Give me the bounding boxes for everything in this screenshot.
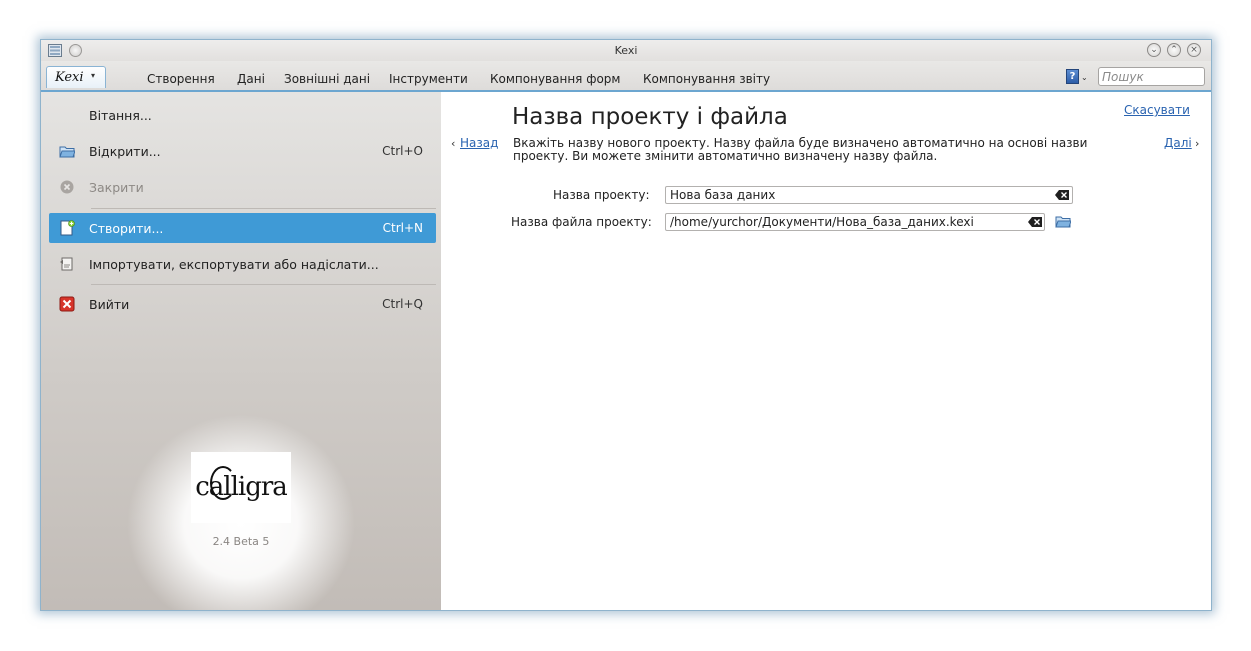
menu-item-label: Вийти — [89, 297, 130, 312]
new-document-icon — [60, 220, 75, 236]
search-input[interactable] — [1098, 67, 1205, 86]
back-link[interactable]: Назад — [460, 136, 498, 150]
title-bar[interactable]: Kexi ⌄ ⌃ × — [41, 40, 1211, 61]
kexi-window: Kexi ⌄ ⌃ × Kexi ▾ Створення Дані Зовнішн… — [40, 39, 1212, 611]
menu-item-quit[interactable]: Вийти Ctrl+Q — [49, 289, 436, 319]
calligra-logo-text: calligra — [195, 472, 288, 502]
project-name-label: Назва проекту: — [553, 188, 650, 202]
clear-text-icon[interactable] — [1055, 190, 1069, 200]
next-arrow-icon[interactable]: › — [1195, 137, 1199, 150]
kexi-logo: Kexi — [55, 70, 84, 85]
tab-tools[interactable]: Інструменти — [389, 72, 468, 86]
tab-data[interactable]: Дані — [237, 72, 265, 86]
minimize-button[interactable]: ⌄ — [1147, 43, 1161, 57]
menu-item-label: Вітання... — [89, 108, 152, 123]
close-window-button[interactable]: × — [1187, 43, 1201, 57]
cancel-link[interactable]: Скасувати — [1124, 103, 1190, 117]
menu-item-shortcut: Ctrl+O — [382, 144, 423, 158]
file-name-input[interactable] — [665, 213, 1045, 231]
menu-item-label: Відкрити... — [89, 144, 161, 159]
menu-separator — [91, 284, 436, 285]
open-folder-icon — [59, 146, 75, 158]
menu-item-label: Створити... — [89, 221, 164, 236]
chevron-down-icon: ▾ — [91, 71, 96, 80]
menu-item-welcome[interactable]: Вітання... — [49, 100, 436, 130]
menu-item-shortcut: Ctrl+N — [382, 221, 423, 235]
browse-folder-icon[interactable] — [1055, 213, 1071, 229]
menu-item-label: Імпортувати, експортувати або надіслати.… — [89, 257, 379, 272]
new-project-wizard: Назва проекту і файла Скасувати ‹ Назад … — [441, 92, 1211, 610]
menu-separator — [91, 208, 436, 209]
calligra-logo: calligra — [191, 452, 291, 523]
close-circle-icon — [60, 180, 74, 194]
maximize-button[interactable]: ⌃ — [1167, 43, 1181, 57]
window-title: Kexi — [614, 44, 638, 57]
kexi-menu-button[interactable]: Kexi ▾ — [46, 66, 106, 88]
menu-item-shortcut: Ctrl+Q — [382, 297, 423, 311]
menu-bar: Kexi ▾ Створення Дані Зовнішні дані Інст… — [41, 61, 1211, 92]
menu-item-open[interactable]: Відкрити... Ctrl+O — [49, 136, 436, 166]
file-name-label: Назва файла проекту: — [511, 215, 652, 229]
page-title: Назва проекту і файла — [512, 104, 788, 130]
wizard-description: Вкажіть назву нового проекту. Назву файл… — [513, 136, 1088, 163]
tab-external-data[interactable]: Зовнішні дані — [284, 72, 370, 86]
project-name-input[interactable] — [665, 186, 1073, 204]
exit-icon — [59, 296, 75, 312]
next-link[interactable]: Далі — [1164, 136, 1192, 150]
menu-item-label: Закрити — [89, 180, 144, 195]
import-export-icon — [60, 257, 73, 271]
help-dropdown-icon[interactable]: ⌄ — [1081, 73, 1088, 82]
tab-report-design[interactable]: Компонування звіту — [643, 72, 770, 86]
tab-form-design[interactable]: Компонування форм — [490, 72, 620, 86]
menu-item-close[interactable]: Закрити — [49, 172, 436, 202]
clear-text-icon[interactable] — [1028, 217, 1042, 227]
tab-create[interactable]: Створення — [147, 72, 215, 86]
menu-item-create[interactable]: Створити... Ctrl+N — [49, 213, 436, 243]
menu-item-import-export[interactable]: Імпортувати, експортувати або надіслати.… — [49, 249, 436, 279]
version-label: 2.4 Beta 5 — [212, 535, 270, 548]
main-menu-panel: Вітання... Відкрити... Ctrl+O Закрити Ст… — [41, 92, 441, 610]
back-arrow-icon[interactable]: ‹ — [451, 137, 455, 150]
help-icon[interactable]: ? — [1066, 69, 1079, 84]
